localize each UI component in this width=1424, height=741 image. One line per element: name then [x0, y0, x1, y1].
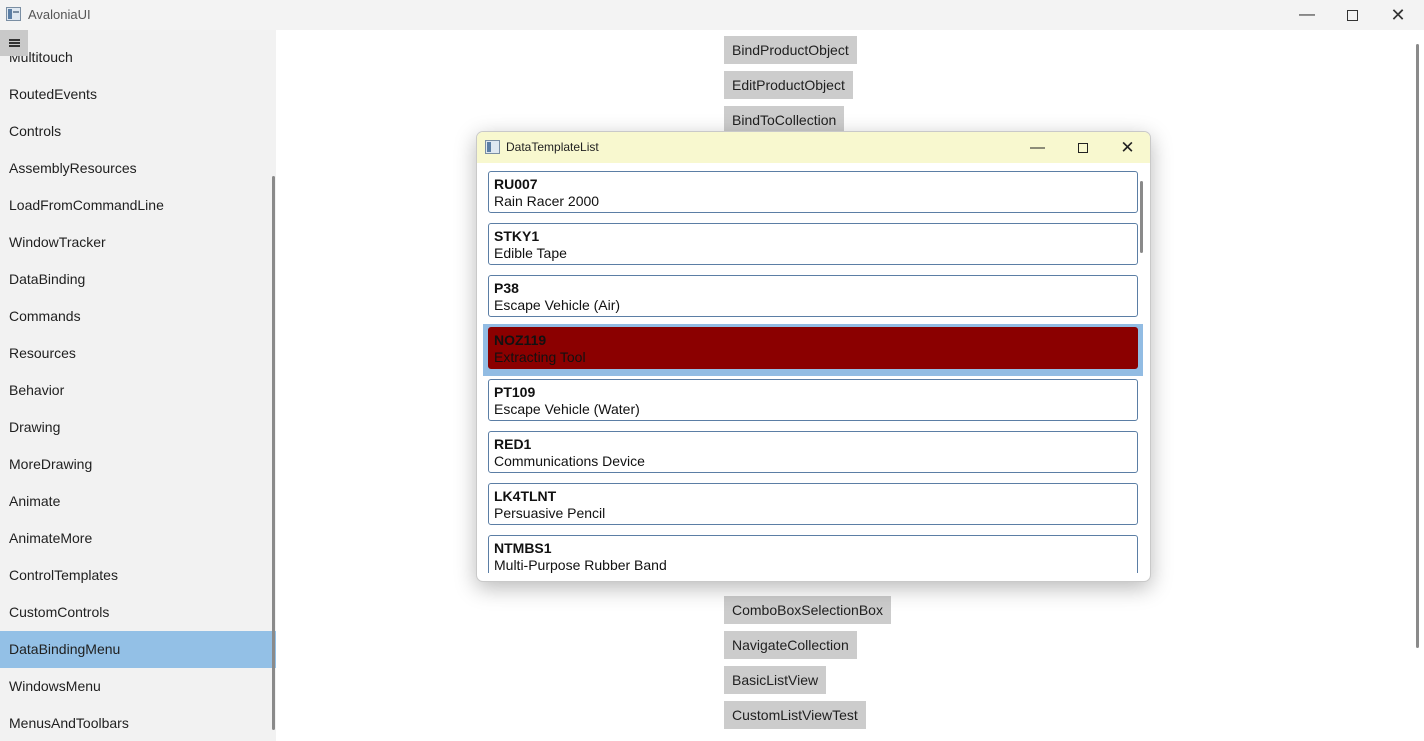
dialog-title-bar: DataTemplateList — ✕ [477, 132, 1150, 163]
sidebar-item[interactable]: RoutedEvents [0, 76, 276, 113]
product-card: RED1 Communications Device [488, 431, 1138, 473]
list-item[interactable]: PT109 Escape Vehicle (Water) [483, 376, 1143, 428]
product-code: P38 [494, 280, 519, 296]
minimize-icon: — [1299, 6, 1315, 23]
product-name: Rain Racer 2000 [494, 193, 600, 209]
sidebar-item[interactable]: MenusAndToolbars [0, 705, 276, 741]
list-item[interactable]: RED1 Communications Device [483, 428, 1143, 480]
close-icon: ✕ [1390, 4, 1406, 25]
main-scrollbar[interactable] [1416, 44, 1419, 648]
product-code: RED1 [494, 436, 532, 452]
minimize-button[interactable]: — [1284, 0, 1330, 30]
main-button[interactable]: BindToCollection [724, 106, 845, 134]
sidebar-item[interactable]: ControlTemplates [0, 557, 276, 594]
sidebar-item[interactable]: Commands [0, 298, 276, 335]
sidebar-item[interactable]: AssemblyResources [0, 150, 276, 187]
close-button[interactable]: ✕ [1375, 0, 1421, 30]
product-name: Persuasive Pencil [494, 505, 606, 521]
dialog-close-button[interactable]: ✕ [1105, 132, 1150, 163]
hamburger-icon [8, 39, 20, 47]
list-item[interactable]: STKY1 Edible Tape [483, 220, 1143, 272]
product-card: PT109 Escape Vehicle (Water) [488, 379, 1138, 421]
sidebar-item[interactable]: Behavior [0, 372, 276, 409]
dialog-title: DataTemplateList [506, 140, 599, 154]
product-name: Communications Device [494, 453, 645, 469]
product-name: Escape Vehicle (Water) [494, 401, 640, 417]
list-item[interactable]: NTMBS1 Multi-Purpose Rubber Band [483, 532, 1143, 573]
product-card: P38 Escape Vehicle (Air) [488, 275, 1138, 317]
sidebar-item[interactable]: Drawing [0, 409, 276, 446]
list-item[interactable]: NOZ119 Extracting Tool [483, 324, 1143, 376]
sidebar-item[interactable]: MoreDrawing [0, 446, 276, 483]
maximize-icon [1077, 142, 1088, 153]
product-name: Edible Tape [494, 245, 567, 261]
sidebar-item[interactable]: AnimateMore [0, 520, 276, 557]
sidebar-item[interactable]: Animate [0, 483, 276, 520]
product-name: Escape Vehicle (Air) [494, 297, 621, 313]
hamburger-menu-button[interactable] [0, 30, 28, 56]
dialog-minimize-button[interactable]: — [1015, 132, 1060, 163]
sidebar-item[interactable]: Controls [0, 113, 276, 150]
product-code: PT109 [494, 384, 536, 400]
sidebar-item[interactable]: Multitouch [0, 39, 276, 76]
list-item[interactable]: P38 Escape Vehicle (Air) [483, 272, 1143, 324]
product-name: Multi-Purpose Rubber Band [494, 557, 667, 573]
sidebar-item[interactable]: DataBindingMenu [0, 631, 276, 668]
product-code: STKY1 [494, 228, 540, 244]
sidebar-item[interactable]: DataBinding [0, 261, 276, 298]
close-icon: ✕ [1120, 137, 1135, 157]
product-code: NOZ119 [494, 332, 547, 348]
main-button[interactable]: NavigateCollection [724, 631, 857, 659]
sidebar: Multitouch RoutedEvents Controls AssemblyRe… [0, 30, 276, 741]
data-template-list-dialog: DataTemplateList — ✕ RU007 Rain Racer 200… [476, 131, 1151, 582]
maximize-icon [1346, 9, 1358, 21]
product-card: NTMBS1 Multi-Purpose Rubber Band [488, 535, 1138, 573]
sidebar-item[interactable]: CustomControls [0, 594, 276, 631]
list-item[interactable]: RU007 Rain Racer 2000 [483, 168, 1143, 220]
product-list-scrollbar[interactable] [1140, 181, 1143, 253]
sidebar-scrollbar[interactable] [272, 176, 275, 730]
product-code: NTMBS1 [494, 540, 552, 556]
sidebar-item[interactable]: WindowTracker [0, 224, 276, 261]
app-icon [6, 7, 21, 21]
main-button[interactable]: CustomListViewTest [724, 701, 866, 729]
product-card: LK4TLNT Persuasive Pencil [488, 483, 1138, 525]
product-card: STKY1 Edible Tape [488, 223, 1138, 265]
product-card: RU007 Rain Racer 2000 [488, 171, 1138, 213]
main-button[interactable]: BindProductObject [724, 36, 857, 64]
maximize-button[interactable] [1329, 0, 1375, 30]
window-title: AvaloniaUI [28, 7, 91, 22]
sidebar-item[interactable]: Resources [0, 335, 276, 372]
minimize-icon: — [1030, 139, 1045, 156]
title-bar: AvaloniaUI — ✕ [0, 0, 1424, 30]
sidebar-item[interactable]: WindowsMenu [0, 668, 276, 705]
main-button[interactable]: ComboBoxSelectionBox [724, 596, 891, 624]
dialog-maximize-button[interactable] [1060, 132, 1105, 163]
product-code: LK4TLNT [494, 488, 557, 504]
list-item[interactable]: LK4TLNT Persuasive Pencil [483, 480, 1143, 532]
product-card: NOZ119 Extracting Tool [488, 327, 1138, 369]
product-list: RU007 Rain Racer 2000 STKY1 Edible Tape P38 E… [483, 168, 1143, 573]
sidebar-item[interactable]: LoadFromCommandLine [0, 187, 276, 224]
dialog-app-icon [485, 140, 500, 154]
main-button[interactable]: EditProductObject [724, 71, 853, 99]
product-code: RU007 [494, 176, 538, 192]
main-button[interactable]: BasicListView [724, 666, 827, 694]
product-name: Extracting Tool [494, 349, 586, 365]
